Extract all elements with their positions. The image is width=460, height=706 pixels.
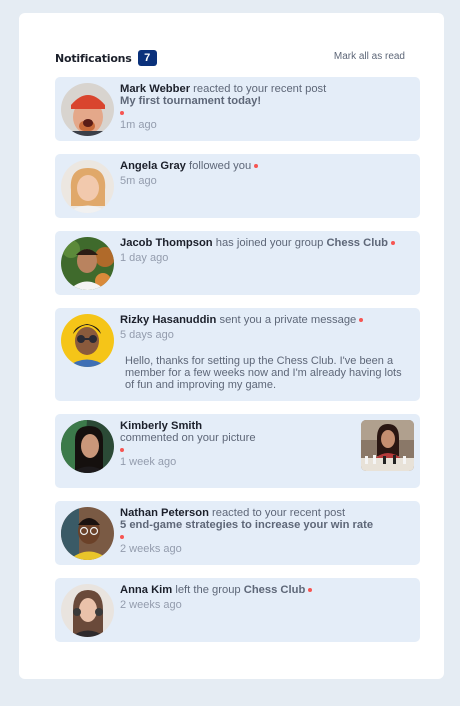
notification-time: 1 day ago [120, 252, 169, 264]
notification-user-name[interactable]: Nathan Peterson [120, 507, 209, 519]
notification-item[interactable]: Angela Gray followed you 5m ago [55, 154, 420, 218]
notification-user-name[interactable]: Kimberly Smith [120, 420, 202, 432]
unread-dot-indicator [120, 111, 124, 116]
unread-dot-indicator [120, 448, 124, 453]
notification-user-name[interactable]: Rizky Hasanuddin [120, 314, 216, 326]
notification-body: Nathan Peterson reacted to your recent p… [120, 507, 410, 555]
notification-item[interactable]: Anna Kim left the group Chess Club 2 wee… [55, 578, 420, 642]
notification-action: sent you a private message [219, 314, 357, 326]
notification-time: 5 days ago [120, 329, 174, 341]
notification-item[interactable]: Nathan Peterson reacted to your recent p… [55, 501, 420, 565]
notification-body: Angela Gray followed you 5m ago [120, 160, 410, 187]
notification-time: 1 week ago [120, 456, 177, 468]
avatar-angela-gray[interactable] [61, 160, 114, 213]
notifications-title: Notifications [55, 51, 132, 65]
notification-user-name[interactable]: Anna Kim [120, 584, 172, 596]
notification-action: reacted to your recent post [193, 83, 327, 95]
notification-user-name[interactable]: Jacob Thompson [120, 237, 213, 249]
notification-user-name[interactable]: Angela Gray [120, 160, 186, 172]
avatar-jacob-thompson[interactable] [61, 237, 114, 290]
unread-dot-indicator [308, 588, 313, 593]
avatar-nathan-peterson[interactable] [61, 507, 114, 560]
chess-picture[interactable] [361, 420, 414, 471]
notification-time: 5m ago [120, 175, 157, 187]
avatar-anna-kim[interactable] [61, 584, 114, 637]
notification-action: followed you [189, 160, 252, 172]
unread-dot-indicator [120, 535, 124, 540]
private-message-preview[interactable]: Hello, thanks for setting up the Chess C… [125, 355, 408, 391]
notification-time: 2 weeks ago [120, 543, 182, 555]
notification-time: 2 weeks ago [120, 599, 182, 611]
notification-body: Rizky Hasanuddin sent you a private mess… [120, 314, 410, 341]
avatar-mark-webber[interactable] [61, 83, 114, 136]
notification-user-name[interactable]: Mark Webber [120, 83, 190, 95]
notification-body: Kimberly Smith commented on your picture… [120, 420, 350, 468]
unread-dot-indicator [391, 241, 395, 246]
unread-dot-indicator [359, 318, 364, 323]
notification-action: commented on your picture [120, 432, 256, 444]
unread-dot-indicator [254, 164, 259, 169]
notification-body: Mark Webber reacted to your recent post … [120, 83, 410, 131]
notification-item[interactable]: Mark Webber reacted to your recent post … [55, 77, 420, 141]
notification-action: left the group [175, 584, 241, 596]
notification-post-link[interactable]: 5 end-game strategies to increase your w… [120, 519, 373, 531]
group-link[interactable]: Chess Club [244, 584, 306, 596]
notification-item[interactable]: Jacob Thompson has joined your group Che… [55, 231, 420, 295]
notification-post-link[interactable]: My first tournament today! [120, 95, 261, 107]
notification-item[interactable]: Rizky Hasanuddin sent you a private mess… [55, 308, 420, 401]
notifications-card: Notifications 7 Mark all as read Mark We… [19, 13, 444, 679]
unread-count-badge: 7 [137, 50, 157, 66]
notification-body: Anna Kim left the group Chess Club 2 wee… [120, 584, 410, 611]
group-link[interactable]: Chess Club [326, 237, 388, 249]
mark-all-read-button[interactable]: Mark all as read [334, 51, 405, 62]
notification-action: has joined your group [215, 237, 324, 249]
notification-body: Jacob Thompson has joined your group Che… [120, 237, 410, 264]
avatar-kimberly-smith[interactable] [61, 420, 114, 473]
notification-action: reacted to your recent post [212, 507, 346, 519]
notifications-header: Notifications 7 Mark all as read [55, 49, 405, 67]
avatar-rizky-hasanuddin[interactable] [61, 314, 114, 367]
notification-time: 1m ago [120, 119, 157, 131]
notification-item[interactable]: Kimberly Smith commented on your picture… [55, 414, 420, 488]
